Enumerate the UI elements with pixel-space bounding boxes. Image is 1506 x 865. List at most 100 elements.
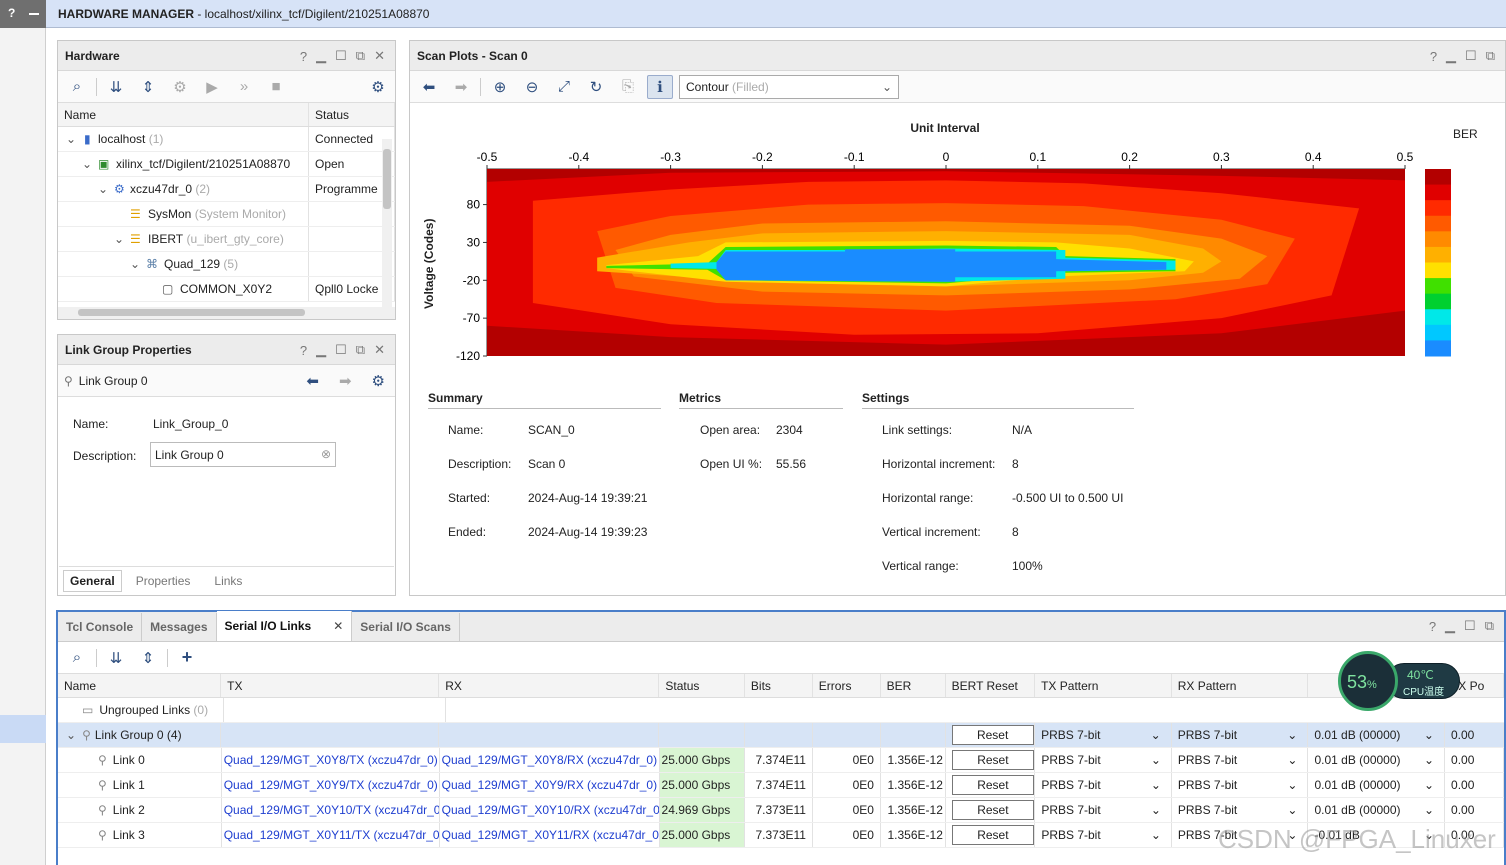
link-tx[interactable]: Quad_129/MGT_X0Y11/TX (xczu47dr_0) — [222, 823, 440, 847]
float-icon[interactable]: ⧉ — [1485, 618, 1494, 634]
settings-gear-icon[interactable]: ⚙ — [372, 372, 385, 390]
tx-post-cursor-value[interactable]: 0.00 — [1445, 773, 1505, 797]
restore-icon[interactable]: ☐ — [335, 48, 347, 64]
col-rx-pattern[interactable]: RX Pattern — [1172, 674, 1309, 697]
rx-pattern-select[interactable]: PRBS 7-bit ⌄ — [1172, 773, 1309, 797]
col-status[interactable]: Status — [659, 674, 745, 697]
tab-links[interactable]: Links — [204, 571, 252, 591]
cpu-monitor-widget[interactable]: 40℃ CPU温度 53% — [1338, 651, 1462, 711]
close-icon[interactable]: ✕ — [374, 48, 385, 64]
float-icon[interactable]: ⧉ — [356, 48, 365, 64]
tx-pattern-select[interactable]: PRBS 7-bit ⌄ — [1035, 748, 1172, 772]
help-icon[interactable]: ? — [300, 343, 307, 358]
col-errors[interactable]: Errors — [813, 674, 881, 697]
rx-pattern-select[interactable]: PRBS 7-bit ⌄ — [1172, 798, 1309, 822]
expand-all-icon[interactable]: ⇕ — [135, 75, 161, 99]
forward-arrow-icon[interactable]: ➡ — [448, 75, 474, 99]
expand-all-icon[interactable]: ⇕ — [135, 646, 161, 670]
auto-connect-icon[interactable]: ⚙ — [167, 75, 193, 99]
close-icon[interactable]: ✕ — [374, 342, 385, 358]
tx-pre-cursor-select[interactable]: 0.01 dB (00000) ⌄ — [1308, 773, 1446, 797]
clear-icon[interactable]: ⊗ — [321, 447, 331, 461]
search-icon[interactable]: ⌕ — [64, 75, 90, 99]
col-tx[interactable]: TX — [221, 674, 440, 697]
back-arrow-icon[interactable]: ⬅ — [416, 75, 442, 99]
reset-button[interactable]: Reset — [951, 825, 1034, 845]
collapse-all-icon[interactable]: ⇊ — [103, 75, 129, 99]
tree-row-target[interactable]: ⌄ ▣ xilinx_tcf/Digilent/210251A08870 Open — [58, 152, 395, 177]
zoom-fit-icon[interactable]: ⤢ — [551, 75, 577, 99]
zoom-in-icon[interactable]: ⊕ — [487, 75, 513, 99]
tx-pattern-select[interactable]: PRBS 7-bit ⌄ — [1035, 723, 1172, 747]
help-icon[interactable]: ? — [1429, 619, 1436, 634]
tx-post-cursor-value[interactable]: 0.00 — [1445, 748, 1505, 772]
link-row[interactable]: ⚲ Link 2 Quad_129/MGT_X0Y10/TX (xczu47dr_0… — [58, 798, 1505, 823]
tab-properties[interactable]: Properties — [126, 571, 201, 591]
horizontal-scrollbar[interactable] — [58, 307, 395, 319]
link-rx[interactable]: Quad_129/MGT_X0Y10/RX (xczu47dr_0) — [440, 798, 660, 822]
zoom-out-icon[interactable]: ⊖ — [519, 75, 545, 99]
col-name[interactable]: Name — [58, 103, 309, 126]
tx-pattern-select[interactable]: PRBS 7-bit ⌄ — [1035, 773, 1172, 797]
minimize-icon[interactable] — [29, 13, 39, 15]
link-row[interactable]: ⚲ Link 1 Quad_129/MGT_X0Y9/TX (xczu47dr_0)… — [58, 773, 1505, 798]
tab-messages[interactable]: Messages — [142, 613, 217, 641]
float-icon[interactable]: ⧉ — [1486, 48, 1495, 64]
run-all-icon[interactable]: » — [231, 75, 257, 99]
col-status[interactable]: Status — [309, 103, 395, 126]
minimize-icon[interactable]: ▁ — [316, 48, 326, 64]
col-name[interactable]: Name — [58, 674, 222, 697]
run-icon[interactable]: ▶ — [199, 75, 225, 99]
tree-row-common[interactable]: ▢ COMMON_X0Y2 Qpll0 Locke — [58, 277, 395, 302]
restore-icon[interactable]: ☐ — [1465, 48, 1477, 64]
tree-row-device[interactable]: ⌄ ⚙ xczu47dr_0 (2) Programme — [58, 177, 395, 202]
tab-tcl-console[interactable]: Tcl Console — [58, 613, 143, 641]
tab-serial-io-scans[interactable]: Serial I/O Scans — [352, 613, 460, 641]
tx-pre-cursor-select[interactable]: 0.01 dB (00000) ⌄ — [1308, 723, 1445, 747]
minimize-icon[interactable]: ▁ — [316, 342, 326, 358]
settings-gear-icon[interactable]: ⚙ — [365, 75, 391, 99]
plot-type-select[interactable]: Contour (Filled) ⌄ — [679, 74, 899, 99]
tree-row-ibert[interactable]: ⌄ ☰ IBERT (u_ibert_gty_core) — [58, 227, 395, 252]
tx-pre-cursor-select[interactable]: 0.01 dB (00000) ⌄ — [1308, 748, 1446, 772]
link-rx[interactable]: Quad_129/MGT_X0Y9/RX (xczu47dr_0) — [440, 773, 660, 797]
close-icon[interactable]: ✕ — [333, 619, 343, 633]
restore-icon[interactable]: ☐ — [335, 342, 347, 358]
restore-icon[interactable]: ☐ — [1464, 618, 1476, 634]
col-bert-reset[interactable]: BERT Reset — [946, 674, 1036, 697]
add-link-icon[interactable]: + — [174, 646, 200, 670]
link-tx[interactable]: Quad_129/MGT_X0Y9/TX (xczu47dr_0) — [222, 773, 440, 797]
tx-post-cursor-value[interactable]: 0.00 — [1445, 723, 1505, 747]
col-ber[interactable]: BER — [881, 674, 946, 697]
reset-button[interactable]: Reset — [951, 800, 1034, 820]
help-icon[interactable]: ? — [1430, 49, 1437, 64]
rx-pattern-select[interactable]: PRBS 7-bit ⌄ — [1172, 748, 1309, 772]
back-arrow-icon[interactable]: ⬅ — [306, 372, 319, 390]
link-tx[interactable]: Quad_129/MGT_X0Y8/TX (xczu47dr_0) — [222, 748, 440, 772]
link-row[interactable]: ⚲ Link 0 Quad_129/MGT_X0Y8/TX (xczu47dr_0)… — [58, 748, 1505, 773]
link-rx[interactable]: Quad_129/MGT_X0Y8/RX (xczu47dr_0) — [440, 748, 660, 772]
rx-pattern-select[interactable]: PRBS 7-bit ⌄ — [1172, 723, 1309, 747]
info-icon[interactable]: ℹ — [647, 74, 673, 99]
minimize-icon[interactable]: ▁ — [1445, 618, 1455, 634]
flow-nav-selected-item[interactable] — [0, 715, 46, 743]
link-group-row[interactable]: ⌄ ⚲ Link Group 0 (4) Reset PRBS 7-bit ⌄ PRB… — [58, 723, 1505, 748]
reset-button[interactable]: Reset — [951, 775, 1034, 795]
tx-pre-cursor-select[interactable]: 0.01 dB (00000) ⌄ — [1308, 798, 1446, 822]
stop-icon[interactable]: ■ — [263, 75, 289, 99]
col-rx[interactable]: RX — [439, 674, 660, 697]
float-icon[interactable]: ⧉ — [356, 342, 365, 358]
minimize-icon[interactable]: ▁ — [1446, 48, 1456, 64]
col-bits[interactable]: Bits — [745, 674, 813, 697]
tree-row-sysmon[interactable]: ☰ SysMon (System Monitor) — [58, 202, 395, 227]
tx-post-cursor-value[interactable]: 0.00 — [1445, 798, 1505, 822]
refresh-icon[interactable]: ↻ — [583, 75, 609, 99]
ungrouped-row[interactable]: ▭ Ungrouped Links (0) — [58, 698, 1504, 723]
tree-row-quad[interactable]: ⌄ ⌘ Quad_129 (5) — [58, 252, 395, 277]
help-icon[interactable]: ? — [300, 49, 307, 64]
col-tx-pattern[interactable]: TX Pattern — [1035, 674, 1172, 697]
help-icon[interactable]: ? — [8, 6, 15, 20]
tab-serial-io-links[interactable]: Serial I/O Links ✕ — [216, 611, 353, 641]
reset-button[interactable]: Reset — [951, 725, 1034, 745]
tab-general[interactable]: General — [63, 569, 122, 592]
